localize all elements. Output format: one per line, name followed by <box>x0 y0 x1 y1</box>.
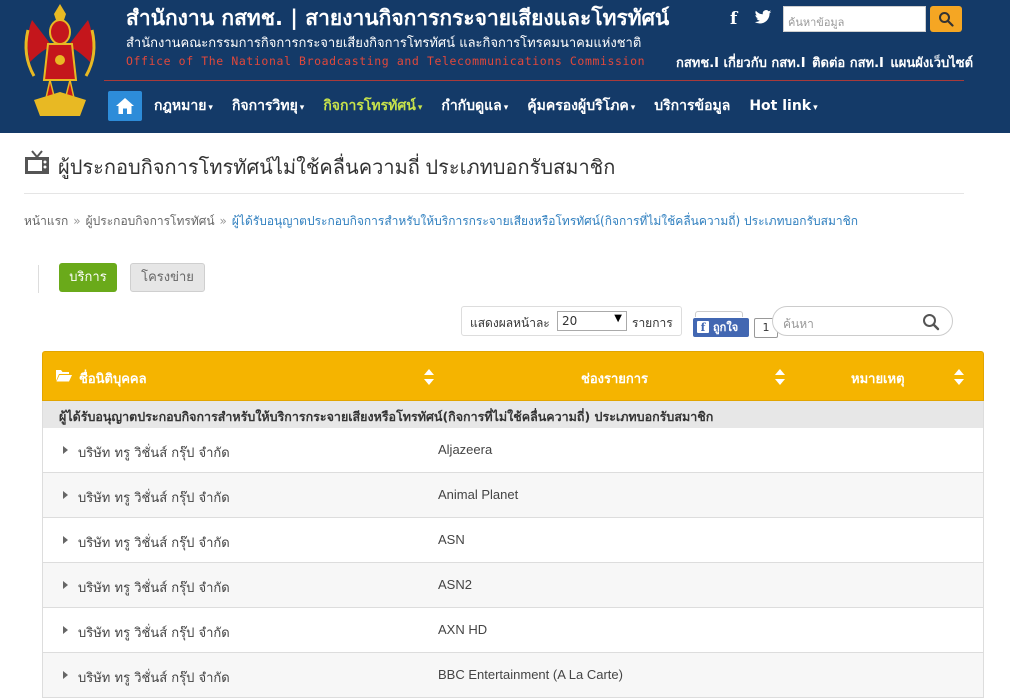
breadcrumb-current[interactable]: ผู้ได้รับอนุญาตประกอบกิจการสำหรับให้บริก… <box>232 214 858 228</box>
group-label: ผู้ได้รับอนุญาตประกอบกิจการสำหรับให้บริก… <box>59 409 714 424</box>
cell-channel: Animal Planet <box>438 487 519 502</box>
chevron-down-icon: ▾ <box>630 103 636 113</box>
chevron-down-icon: ▾ <box>503 103 509 113</box>
search-placeholder: ค้นหา <box>783 317 814 331</box>
cell-channel: ASN2 <box>438 577 472 592</box>
facebook-icon[interactable]: f <box>730 9 737 29</box>
nav-regulation[interactable]: กำกับดูแล ▾ <box>441 95 508 117</box>
cell-entity: บริษัท ทรู วิชั่นส์ กรุ๊ป จำกัด <box>78 671 230 686</box>
breadcrumb-home[interactable]: หน้าแรก <box>24 214 68 228</box>
nav-law[interactable]: กฎหมาย ▾ <box>154 95 213 117</box>
top-link-contact[interactable]: ติดต่อ กสท.I <box>812 56 884 71</box>
nav-hot-link[interactable]: Hot link ▾ <box>749 98 817 114</box>
like-label: ถูกใจ <box>713 321 739 334</box>
table-row[interactable]: บริษัท ทรู วิชั่นส์ กรุ๊ป จำกัด ASN2 <box>42 563 984 608</box>
header-search-button[interactable] <box>930 6 962 32</box>
sort-icon[interactable] <box>424 369 434 385</box>
table-row[interactable]: บริษัท ทรู วิชั่นส์ กรุ๊ป จำกัด ASN <box>42 518 984 563</box>
chevron-down-icon: ▾ <box>417 103 423 113</box>
home-button[interactable] <box>108 91 142 121</box>
nav-information-service[interactable]: บริการข้อมูล <box>654 95 730 117</box>
cell-entity: บริษัท ทรู วิชั่นส์ กรุ๊ป จำกัด <box>78 491 230 506</box>
expand-triangle-icon[interactable] <box>63 581 68 589</box>
page-size-unit: รายการ <box>632 316 673 330</box>
nav-radio[interactable]: กิจการวิทยุ ▾ <box>232 95 304 117</box>
page-size-value: 20 <box>562 314 578 328</box>
table-body: บริษัท ทรู วิชั่นส์ กรุ๊ป จำกัด Aljazeer… <box>42 428 984 698</box>
tab-divider <box>38 265 39 293</box>
site-title-english: Office of The National Broadcasting and … <box>126 54 646 68</box>
table-row[interactable]: บริษัท ทรู วิชั่นส์ กรุ๊ป จำกัด Animal P… <box>42 473 984 518</box>
cell-channel: Aljazeera <box>438 442 493 457</box>
page-size-select[interactable]: 20 ▼ <box>557 311 627 331</box>
cell-entity: บริษัท ทรู วิชั่นส์ กรุ๊ป จำกัด <box>78 446 230 461</box>
top-links: กสทช.I เกี่ยวกับ กสท.I ติดต่อ กสท.I แผนผ… <box>676 52 975 73</box>
chevron-down-icon: ▾ <box>299 103 305 113</box>
cell-entity: บริษัท ทรู วิชั่นส์ กรุ๊ป จำกัด <box>78 626 230 641</box>
table-header: ชื่อนิติบุคคล ช่องรายการ หมายเหตุ <box>42 351 984 401</box>
facebook-like-button[interactable]: f ถูกใจ <box>693 318 749 337</box>
home-icon <box>116 98 134 114</box>
table-row[interactable]: บริษัท ทรู วิชั่นส์ กรุ๊ป จำกัด Aljazeer… <box>42 428 984 473</box>
header-divider <box>104 80 964 81</box>
breadcrumb-section[interactable]: ผู้ประกอบกิจการโทรทัศน์ <box>86 214 215 228</box>
twitter-icon[interactable] <box>754 8 772 26</box>
chevron-down-icon: ▾ <box>208 103 213 113</box>
column-header-channel[interactable]: ช่องรายการ <box>581 368 648 389</box>
tab-network[interactable]: โครงข่าย <box>130 263 205 292</box>
sort-icon[interactable] <box>954 369 964 385</box>
column-header-entity[interactable]: ชื่อนิติบุคคล <box>79 368 147 389</box>
tab-service[interactable]: บริการ <box>59 263 117 292</box>
chevron-down-icon: ▾ <box>813 103 818 113</box>
garuda-emblem-icon[interactable] <box>20 0 100 122</box>
cell-entity: บริษัท ทรู วิชั่นส์ กรุ๊ป จำกัด <box>78 536 230 551</box>
header-search-input[interactable]: ค้นหาข้อมูล <box>783 6 926 32</box>
breadcrumb-separator: » <box>73 214 81 228</box>
nav-consumer-protection[interactable]: คุ้มครองผู้บริโภค ▾ <box>527 95 635 117</box>
search-icon <box>939 12 954 27</box>
like-widget-frame <box>695 311 743 317</box>
expand-triangle-icon[interactable] <box>63 671 68 679</box>
main-navigation: กฎหมาย ▾ กิจการวิทยุ ▾ กิจการโทรทัศน์ ▾ กำก… <box>108 91 837 121</box>
table-row[interactable]: บริษัท ทรู วิชั่นส์ กรุ๊ป จำกัด BBC Ente… <box>42 653 984 698</box>
title-divider <box>24 193 964 194</box>
search-icon[interactable] <box>922 313 940 331</box>
tv-icon <box>25 150 49 174</box>
nav-television[interactable]: กิจการโทรทัศน์ ▾ <box>323 95 422 117</box>
expand-triangle-icon[interactable] <box>63 536 68 544</box>
table-row[interactable]: บริษัท ทรู วิชั่นส์ กรุ๊ป จำกัด AXN HD <box>42 608 984 653</box>
cell-channel: BBC Entertainment (A La Carte) <box>438 667 623 682</box>
cell-channel: AXN HD <box>438 622 488 637</box>
breadcrumb: หน้าแรก » ผู้ประกอบกิจการโทรทัศน์ » ผู้ได้รั… <box>24 212 858 231</box>
breadcrumb-separator: » <box>219 214 227 228</box>
expand-triangle-icon[interactable] <box>63 626 68 634</box>
sort-icon[interactable] <box>775 369 785 385</box>
chevron-down-icon: ▼ <box>614 313 622 324</box>
site-subtitle: สำนักงานคณะกรรมการกิจการกระจายเสียงกิจกา… <box>126 36 642 51</box>
facebook-icon: f <box>697 321 709 334</box>
site-header: สำนักงาน กสทช. | สายงานกิจการกระจายเสียง… <box>0 0 1010 133</box>
cell-channel: ASN <box>438 532 465 547</box>
folder-open-icon <box>56 370 72 382</box>
page-title: ผู้ประกอบกิจการโทรทัศน์ไม่ใช้คลื่นความถี… <box>58 157 616 179</box>
page-size-control: แสดงผลหน้าละ 20 ▼ รายการ <box>461 306 682 336</box>
table-search-input[interactable]: ค้นหา <box>772 306 953 336</box>
top-link-about[interactable]: กสทช.I เกี่ยวกับ กสท.I <box>676 56 806 71</box>
site-title: สำนักงาน กสทช. | สายงานกิจการกระจายเสียง… <box>126 6 670 30</box>
channel-table: ชื่อนิติบุคคล ช่องรายการ หมายเหตุ ผู้ได้… <box>42 351 984 698</box>
column-header-note[interactable]: หมายเหตุ <box>851 368 905 389</box>
page-size-label: แสดงผลหน้าละ <box>470 316 550 330</box>
table-group-row: ผู้ได้รับอนุญาตประกอบกิจการสำหรับให้บริก… <box>42 401 984 428</box>
cell-entity: บริษัท ทรู วิชั่นส์ กรุ๊ป จำกัด <box>78 581 230 596</box>
expand-triangle-icon[interactable] <box>63 491 68 499</box>
top-link-sitemap[interactable]: แผนผังเว็บไซต์ <box>890 56 973 71</box>
expand-triangle-icon[interactable] <box>63 446 68 454</box>
